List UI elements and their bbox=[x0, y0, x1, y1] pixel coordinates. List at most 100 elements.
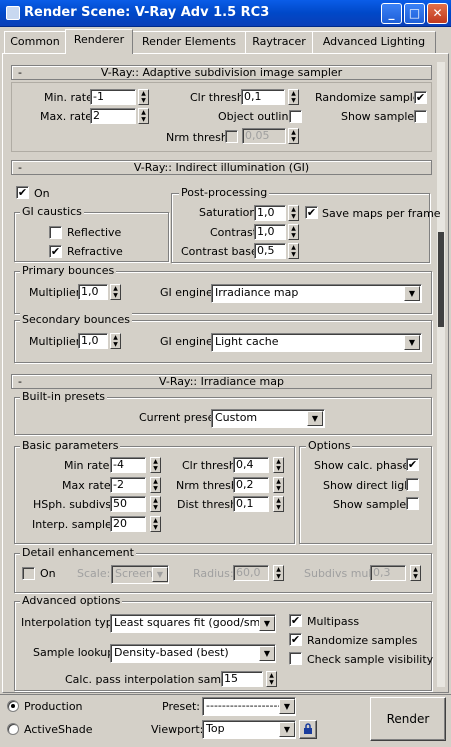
randomize-samples-checkbox[interactable]: ✔ bbox=[414, 91, 427, 104]
scrollbar-thumb[interactable] bbox=[438, 232, 444, 327]
irr-show-samples-checkbox[interactable] bbox=[406, 497, 419, 510]
min-rate-spinner[interactable]: ▲ ▼ bbox=[138, 89, 149, 105]
interp-samples-field[interactable]: 20 bbox=[110, 516, 146, 532]
secondary-gi-engine-label: GI engine: bbox=[160, 335, 217, 348]
refractive-checkbox[interactable]: ✔ bbox=[49, 245, 62, 258]
irr-dist-thresh-field[interactable]: 0,1 bbox=[233, 496, 269, 512]
subdivs-mult-field[interactable]: 0,3 bbox=[370, 565, 406, 581]
check-visibility-checkbox[interactable] bbox=[289, 652, 302, 665]
gi-on-checkbox[interactable]: ✔ bbox=[16, 186, 29, 199]
primary-multiplier-field[interactable]: 1,0 bbox=[78, 284, 108, 300]
secondary-multiplier-spinner[interactable]: ▲ ▼ bbox=[110, 333, 121, 349]
min-rate-label: Min. rate: bbox=[44, 91, 97, 104]
basic-parameters-label: Basic parameters bbox=[20, 439, 121, 452]
interp-samples-spinner[interactable]: ▲ ▼ bbox=[150, 516, 161, 532]
subdivs-mult-label: Subdivs mult. bbox=[304, 567, 380, 580]
close-button[interactable]: ✕ bbox=[427, 3, 448, 24]
activeshade-label: ActiveShade bbox=[24, 723, 93, 736]
irr-max-rate-spinner[interactable]: ▲ ▼ bbox=[150, 477, 161, 493]
calc-pass-spinner[interactable]: ▲ ▼ bbox=[266, 671, 277, 687]
sampler-rollout-header[interactable]: - V-Ray:: Adaptive subdivision image sam… bbox=[11, 65, 432, 80]
dropdown-arrow-icon[interactable]: ▼ bbox=[404, 286, 420, 301]
contrast-spinner[interactable]: ▲ ▼ bbox=[288, 224, 299, 240]
subdivs-mult-spinner[interactable]: ▲ ▼ bbox=[410, 565, 421, 581]
interpolation-type-label: Interpolation type: bbox=[21, 616, 124, 629]
contrast-base-label: Contrast base: bbox=[181, 245, 262, 258]
object-outline-label: Object outline bbox=[218, 110, 296, 123]
calc-pass-field[interactable]: 15 bbox=[221, 671, 263, 687]
irr-randomize-checkbox[interactable]: ✔ bbox=[289, 633, 302, 646]
irr-nrm-thresh-field[interactable]: 0,2 bbox=[233, 477, 269, 493]
irr-min-rate-label: Min rate: bbox=[64, 459, 114, 472]
radius-spinner[interactable]: ▲ ▼ bbox=[273, 565, 284, 581]
maximize-button[interactable]: □ bbox=[404, 3, 425, 24]
contrast-field[interactable]: 1,0 bbox=[254, 224, 286, 240]
reflective-checkbox[interactable] bbox=[49, 226, 62, 239]
tab-raytracer[interactable]: Raytracer bbox=[245, 31, 313, 53]
irradiance-rollout-header[interactable]: - V-Ray:: Irradiance map bbox=[11, 374, 432, 389]
hsph-subdivs-field[interactable]: 50 bbox=[110, 496, 146, 512]
lock-viewport-button[interactable] bbox=[299, 720, 317, 739]
options-label: Options bbox=[306, 439, 353, 452]
current-preset-label: Current preset: bbox=[139, 411, 223, 424]
interpolation-type-dropdown[interactable]: Least squares fit (good/smooth bbox=[110, 614, 276, 633]
primary-gi-engine-dropdown[interactable]: Irradiance map bbox=[211, 284, 422, 303]
dropdown-arrow-icon[interactable]: ▼ bbox=[279, 699, 295, 714]
irr-dist-thresh-spinner[interactable]: ▲ ▼ bbox=[273, 496, 284, 512]
collapse-icon: - bbox=[18, 161, 22, 174]
dropdown-arrow-icon[interactable]: ▼ bbox=[307, 411, 323, 426]
radius-field[interactable]: 60,0 bbox=[233, 565, 269, 581]
clr-thresh-field[interactable]: 0,1 bbox=[241, 89, 285, 105]
max-rate-spinner[interactable]: ▲ ▼ bbox=[138, 108, 149, 124]
save-maps-checkbox[interactable]: ✔ bbox=[305, 206, 318, 219]
minimize-button[interactable]: _ bbox=[381, 3, 402, 24]
irr-dist-thresh-label: Dist thresh: bbox=[177, 498, 241, 511]
secondary-multiplier-field[interactable]: 1,0 bbox=[78, 333, 108, 349]
show-direct-light-checkbox[interactable] bbox=[406, 478, 419, 491]
max-rate-field[interactable]: 2 bbox=[90, 108, 136, 124]
clr-thresh-spinner[interactable]: ▲ ▼ bbox=[288, 89, 299, 105]
multipass-checkbox[interactable]: ✔ bbox=[289, 614, 302, 627]
tab-render-elements[interactable]: Render Elements bbox=[132, 31, 246, 53]
irr-min-rate-spinner[interactable]: ▲ ▼ bbox=[150, 457, 161, 473]
tab-common[interactable]: Common bbox=[4, 31, 66, 53]
secondary-gi-engine-dropdown[interactable]: Light cache bbox=[211, 333, 422, 352]
show-calc-phase-checkbox[interactable]: ✔ bbox=[406, 458, 419, 471]
irr-nrm-thresh-spinner[interactable]: ▲ ▼ bbox=[273, 477, 284, 493]
object-outline-checkbox[interactable] bbox=[289, 110, 302, 123]
tab-renderer[interactable]: Renderer bbox=[65, 29, 133, 54]
irr-clr-thresh-field[interactable]: 0,4 bbox=[233, 457, 269, 473]
primary-multiplier-spinner[interactable]: ▲ ▼ bbox=[110, 284, 121, 300]
irr-max-rate-field[interactable]: -2 bbox=[110, 477, 146, 493]
irr-min-rate-field[interactable]: -4 bbox=[110, 457, 146, 473]
dropdown-arrow-icon[interactable]: ▼ bbox=[404, 335, 420, 350]
tab-advanced-lighting[interactable]: Advanced Lighting bbox=[312, 31, 436, 53]
saturation-field[interactable]: 1,0 bbox=[254, 205, 286, 221]
show-samples-checkbox[interactable] bbox=[414, 110, 427, 123]
contrast-base-field[interactable]: 0,5 bbox=[254, 243, 286, 259]
gi-caustics-group-label: GI caustics bbox=[20, 205, 84, 218]
saturation-spinner[interactable]: ▲ ▼ bbox=[288, 205, 299, 221]
contrast-base-spinner[interactable]: ▲ ▼ bbox=[288, 243, 299, 259]
render-button[interactable]: Render bbox=[370, 697, 446, 741]
nrm-thresh-field[interactable]: 0,05 bbox=[242, 128, 286, 144]
detail-on-checkbox[interactable] bbox=[22, 567, 35, 580]
min-rate-field[interactable]: -1 bbox=[90, 89, 136, 105]
bottom-divider bbox=[0, 694, 451, 695]
dropdown-arrow-icon[interactable]: ▼ bbox=[279, 722, 295, 737]
irr-clr-thresh-spinner[interactable]: ▲ ▼ bbox=[273, 457, 284, 473]
dropdown-arrow-icon[interactable]: ▼ bbox=[259, 646, 275, 661]
gi-rollout-header[interactable]: - V-Ray:: Indirect illumination (GI) bbox=[11, 160, 432, 175]
dropdown-arrow-icon[interactable]: ▼ bbox=[152, 567, 168, 582]
nrm-thresh-spinner[interactable]: ▲ ▼ bbox=[288, 128, 299, 144]
check-visibility-label: Check sample visibility bbox=[307, 653, 434, 666]
production-radio[interactable] bbox=[7, 700, 19, 712]
dropdown-arrow-icon[interactable]: ▼ bbox=[259, 616, 275, 631]
irr-clr-thresh-label: Clr thresh: bbox=[182, 459, 240, 472]
activeshade-radio[interactable] bbox=[7, 723, 19, 735]
sample-lookup-label: Sample lookup: bbox=[33, 646, 118, 659]
sample-lookup-dropdown[interactable]: Density-based (best) bbox=[110, 644, 276, 663]
hsph-subdivs-spinner[interactable]: ▲ ▼ bbox=[150, 496, 161, 512]
nrm-thresh-checkbox[interactable] bbox=[225, 130, 238, 143]
panel-scrollbar[interactable] bbox=[437, 62, 445, 687]
